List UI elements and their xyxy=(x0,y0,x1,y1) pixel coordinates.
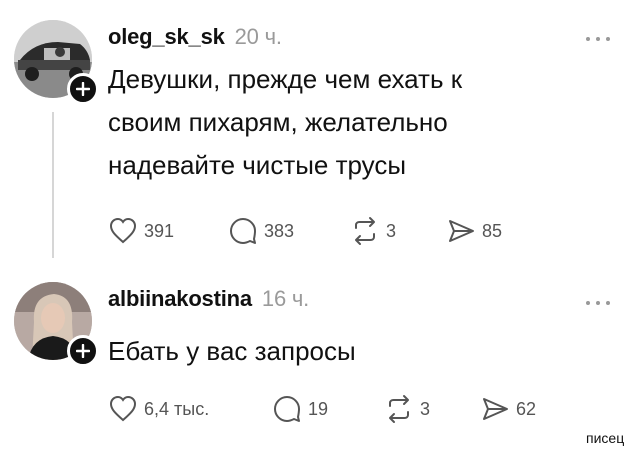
send-icon xyxy=(449,220,474,242)
follow-button[interactable] xyxy=(67,335,99,367)
comment-count: 383 xyxy=(264,220,295,241)
follow-button[interactable] xyxy=(67,73,99,105)
send-icon xyxy=(483,398,508,420)
post-text-line: Девушки, прежде чем ехать к xyxy=(108,64,463,94)
more-options-icon[interactable] xyxy=(584,34,612,44)
repost-icon xyxy=(355,217,375,245)
repost-count: 3 xyxy=(420,398,431,419)
repost-button[interactable]: 3 xyxy=(384,394,430,424)
heart-icon xyxy=(109,395,137,422)
repost-button[interactable]: 3 xyxy=(350,216,396,246)
share-button[interactable]: 62 xyxy=(480,394,536,424)
plus-icon xyxy=(76,82,90,96)
timestamp: 16 ч. xyxy=(261,286,310,311)
comment-icon xyxy=(274,396,300,422)
repost-count: 3 xyxy=(386,220,397,241)
thread-line xyxy=(52,112,54,258)
like-count: 391 xyxy=(144,220,175,241)
watermark: писец xyxy=(586,430,625,446)
repost-icon xyxy=(389,395,409,423)
plus-icon xyxy=(76,344,90,358)
post-text-line: своим пихарям, желательно xyxy=(108,107,448,137)
like-button[interactable]: 391 xyxy=(108,216,174,246)
share-button[interactable]: 85 xyxy=(446,216,502,246)
like-button[interactable]: 6,4 тыс. xyxy=(108,394,209,424)
username-text[interactable]: albiinakostina xyxy=(108,286,252,311)
timestamp: 20 ч. xyxy=(234,24,282,49)
comment-button[interactable]: 19 xyxy=(272,394,328,424)
username[interactable]: oleg_sk_sk 20 ч. xyxy=(108,24,282,50)
heart-icon xyxy=(109,217,137,244)
share-count: 62 xyxy=(516,398,537,419)
post-albiina: albiinakostina 16 ч. Ебать у вас запросы … xyxy=(0,268,640,450)
post-text: Ебать у вас запросы xyxy=(108,330,608,373)
post-oleg: oleg_sk_sk 20 ч. Девушки, прежде чем ехат… xyxy=(0,0,640,268)
comment-count: 19 xyxy=(308,398,329,419)
post-text-line: надевайте чистые трусы xyxy=(108,150,407,180)
username[interactable]: albiinakostina 16 ч. xyxy=(108,286,309,312)
post-text: Девушки, прежде чем ехать к своим пихаря… xyxy=(108,58,608,187)
more-options-icon[interactable] xyxy=(584,298,612,308)
comment-button[interactable]: 383 xyxy=(228,216,294,246)
username-text[interactable]: oleg_sk_sk xyxy=(108,24,225,49)
comment-icon xyxy=(230,218,256,244)
like-count: 6,4 тыс. xyxy=(144,398,210,419)
post-text-line: Ебать у вас запросы xyxy=(108,336,356,366)
share-count: 85 xyxy=(482,220,503,241)
